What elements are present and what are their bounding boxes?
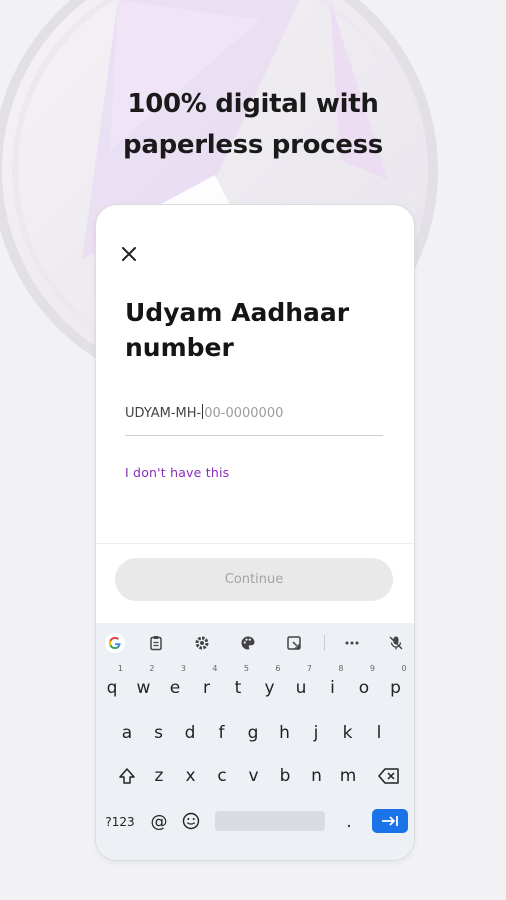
key-label: f: [218, 723, 225, 743]
toolbar-separator: [324, 635, 325, 651]
key-label: z: [154, 766, 164, 786]
mic-off-icon[interactable]: [386, 633, 406, 653]
key-label: e: [169, 678, 181, 698]
key-label: w: [136, 678, 151, 698]
headline: 100% digital with paperless process: [0, 84, 506, 166]
key-k[interactable]: k: [333, 714, 363, 750]
headline-line-2: paperless process: [123, 130, 383, 160]
key-c[interactable]: c: [207, 757, 237, 793]
next-arrow-icon: [382, 816, 398, 826]
close-icon[interactable]: [120, 245, 138, 263]
key-label: p: [390, 678, 401, 698]
resize-icon[interactable]: [284, 633, 304, 653]
key-label: o: [358, 678, 370, 698]
palette-icon[interactable]: [238, 633, 258, 653]
key-label: n: [311, 766, 322, 786]
google-icon[interactable]: [105, 633, 125, 653]
key-label: j: [313, 723, 319, 743]
key-label: h: [279, 723, 290, 743]
key-j[interactable]: j: [301, 714, 331, 750]
key-label: u: [295, 678, 307, 698]
key-label: l: [376, 723, 382, 743]
symbols-key[interactable]: ?123: [102, 803, 138, 839]
settings-icon[interactable]: [192, 633, 212, 653]
on-screen-keyboard: q1w2e3r4t5y6u7i8o9p0 asdfghjkl zxcvbnm ?…: [96, 623, 414, 860]
input-prefix: UDYAM-MH-: [125, 406, 202, 421]
key-u[interactable]: u7: [286, 664, 316, 705]
key-label: v: [248, 766, 259, 786]
headline-line-1: 100% digital with: [127, 89, 379, 119]
input-placeholder: 00-0000000: [204, 406, 284, 421]
key-label: i: [330, 678, 335, 698]
key-t[interactable]: t5: [223, 664, 253, 705]
key-l[interactable]: l: [364, 714, 394, 750]
key-p[interactable]: p0: [381, 664, 411, 705]
phone-screen: Udyam Aadhaar number UDYAM-MH- 00-0000000…: [95, 204, 415, 861]
key-g[interactable]: g: [238, 714, 268, 750]
key-label: a: [121, 723, 133, 743]
key-label: k: [342, 723, 353, 743]
key-v[interactable]: v: [239, 757, 269, 793]
key-label: s: [154, 723, 163, 743]
key-z[interactable]: z: [144, 757, 174, 793]
clipboard-icon[interactable]: [146, 633, 166, 653]
key-hint: 3: [180, 664, 186, 673]
key-e[interactable]: e3: [160, 664, 190, 705]
at-key[interactable]: @: [144, 803, 174, 839]
key-y[interactable]: y6: [255, 664, 285, 705]
key-f[interactable]: f: [207, 714, 237, 750]
no-udyam-number-link[interactable]: I don't have this: [125, 465, 229, 480]
spacebar-key[interactable]: [215, 811, 325, 831]
key-hint: 4: [212, 664, 218, 673]
key-label: r: [203, 678, 210, 698]
more-icon[interactable]: [342, 633, 362, 653]
backspace-key[interactable]: [372, 757, 406, 793]
key-label: y: [264, 678, 275, 698]
key-a[interactable]: a: [112, 714, 142, 750]
key-s[interactable]: s: [144, 714, 174, 750]
key-label: b: [279, 766, 291, 786]
enter-key[interactable]: [372, 809, 408, 833]
key-label: d: [184, 723, 196, 743]
key-m[interactable]: m: [333, 757, 363, 793]
key-label: t: [234, 678, 242, 698]
continue-button[interactable]: Continue: [115, 558, 393, 601]
key-b[interactable]: b: [270, 757, 300, 793]
key-hint: 9: [369, 664, 375, 673]
key-w[interactable]: w2: [129, 664, 159, 705]
key-x[interactable]: x: [176, 757, 206, 793]
key-d[interactable]: d: [175, 714, 205, 750]
key-hint: 0: [401, 664, 407, 673]
key-hint: 2: [149, 664, 155, 673]
key-label: x: [185, 766, 196, 786]
divider: [96, 543, 414, 544]
key-hint: 1: [117, 664, 123, 673]
key-r[interactable]: r4: [192, 664, 222, 705]
key-label: c: [217, 766, 227, 786]
key-hint: 8: [338, 664, 344, 673]
key-h[interactable]: h: [270, 714, 300, 750]
key-q[interactable]: q1: [97, 664, 127, 705]
key-label: m: [339, 766, 357, 786]
key-o[interactable]: o9: [349, 664, 379, 705]
udyam-number-input[interactable]: UDYAM-MH- 00-0000000: [125, 403, 383, 436]
key-label: q: [106, 678, 118, 698]
keyboard-toolbar: [96, 623, 414, 663]
key-hint: 5: [243, 664, 249, 673]
key-label: g: [247, 723, 259, 743]
key-i[interactable]: i8: [318, 664, 348, 705]
emoji-key[interactable]: [176, 803, 206, 839]
period-key[interactable]: .: [334, 803, 364, 839]
shift-key[interactable]: [112, 757, 142, 793]
key-hint: 7: [306, 664, 312, 673]
key-hint: 6: [275, 664, 281, 673]
page-title: Udyam Aadhaar number: [125, 298, 350, 362]
key-n[interactable]: n: [302, 757, 332, 793]
